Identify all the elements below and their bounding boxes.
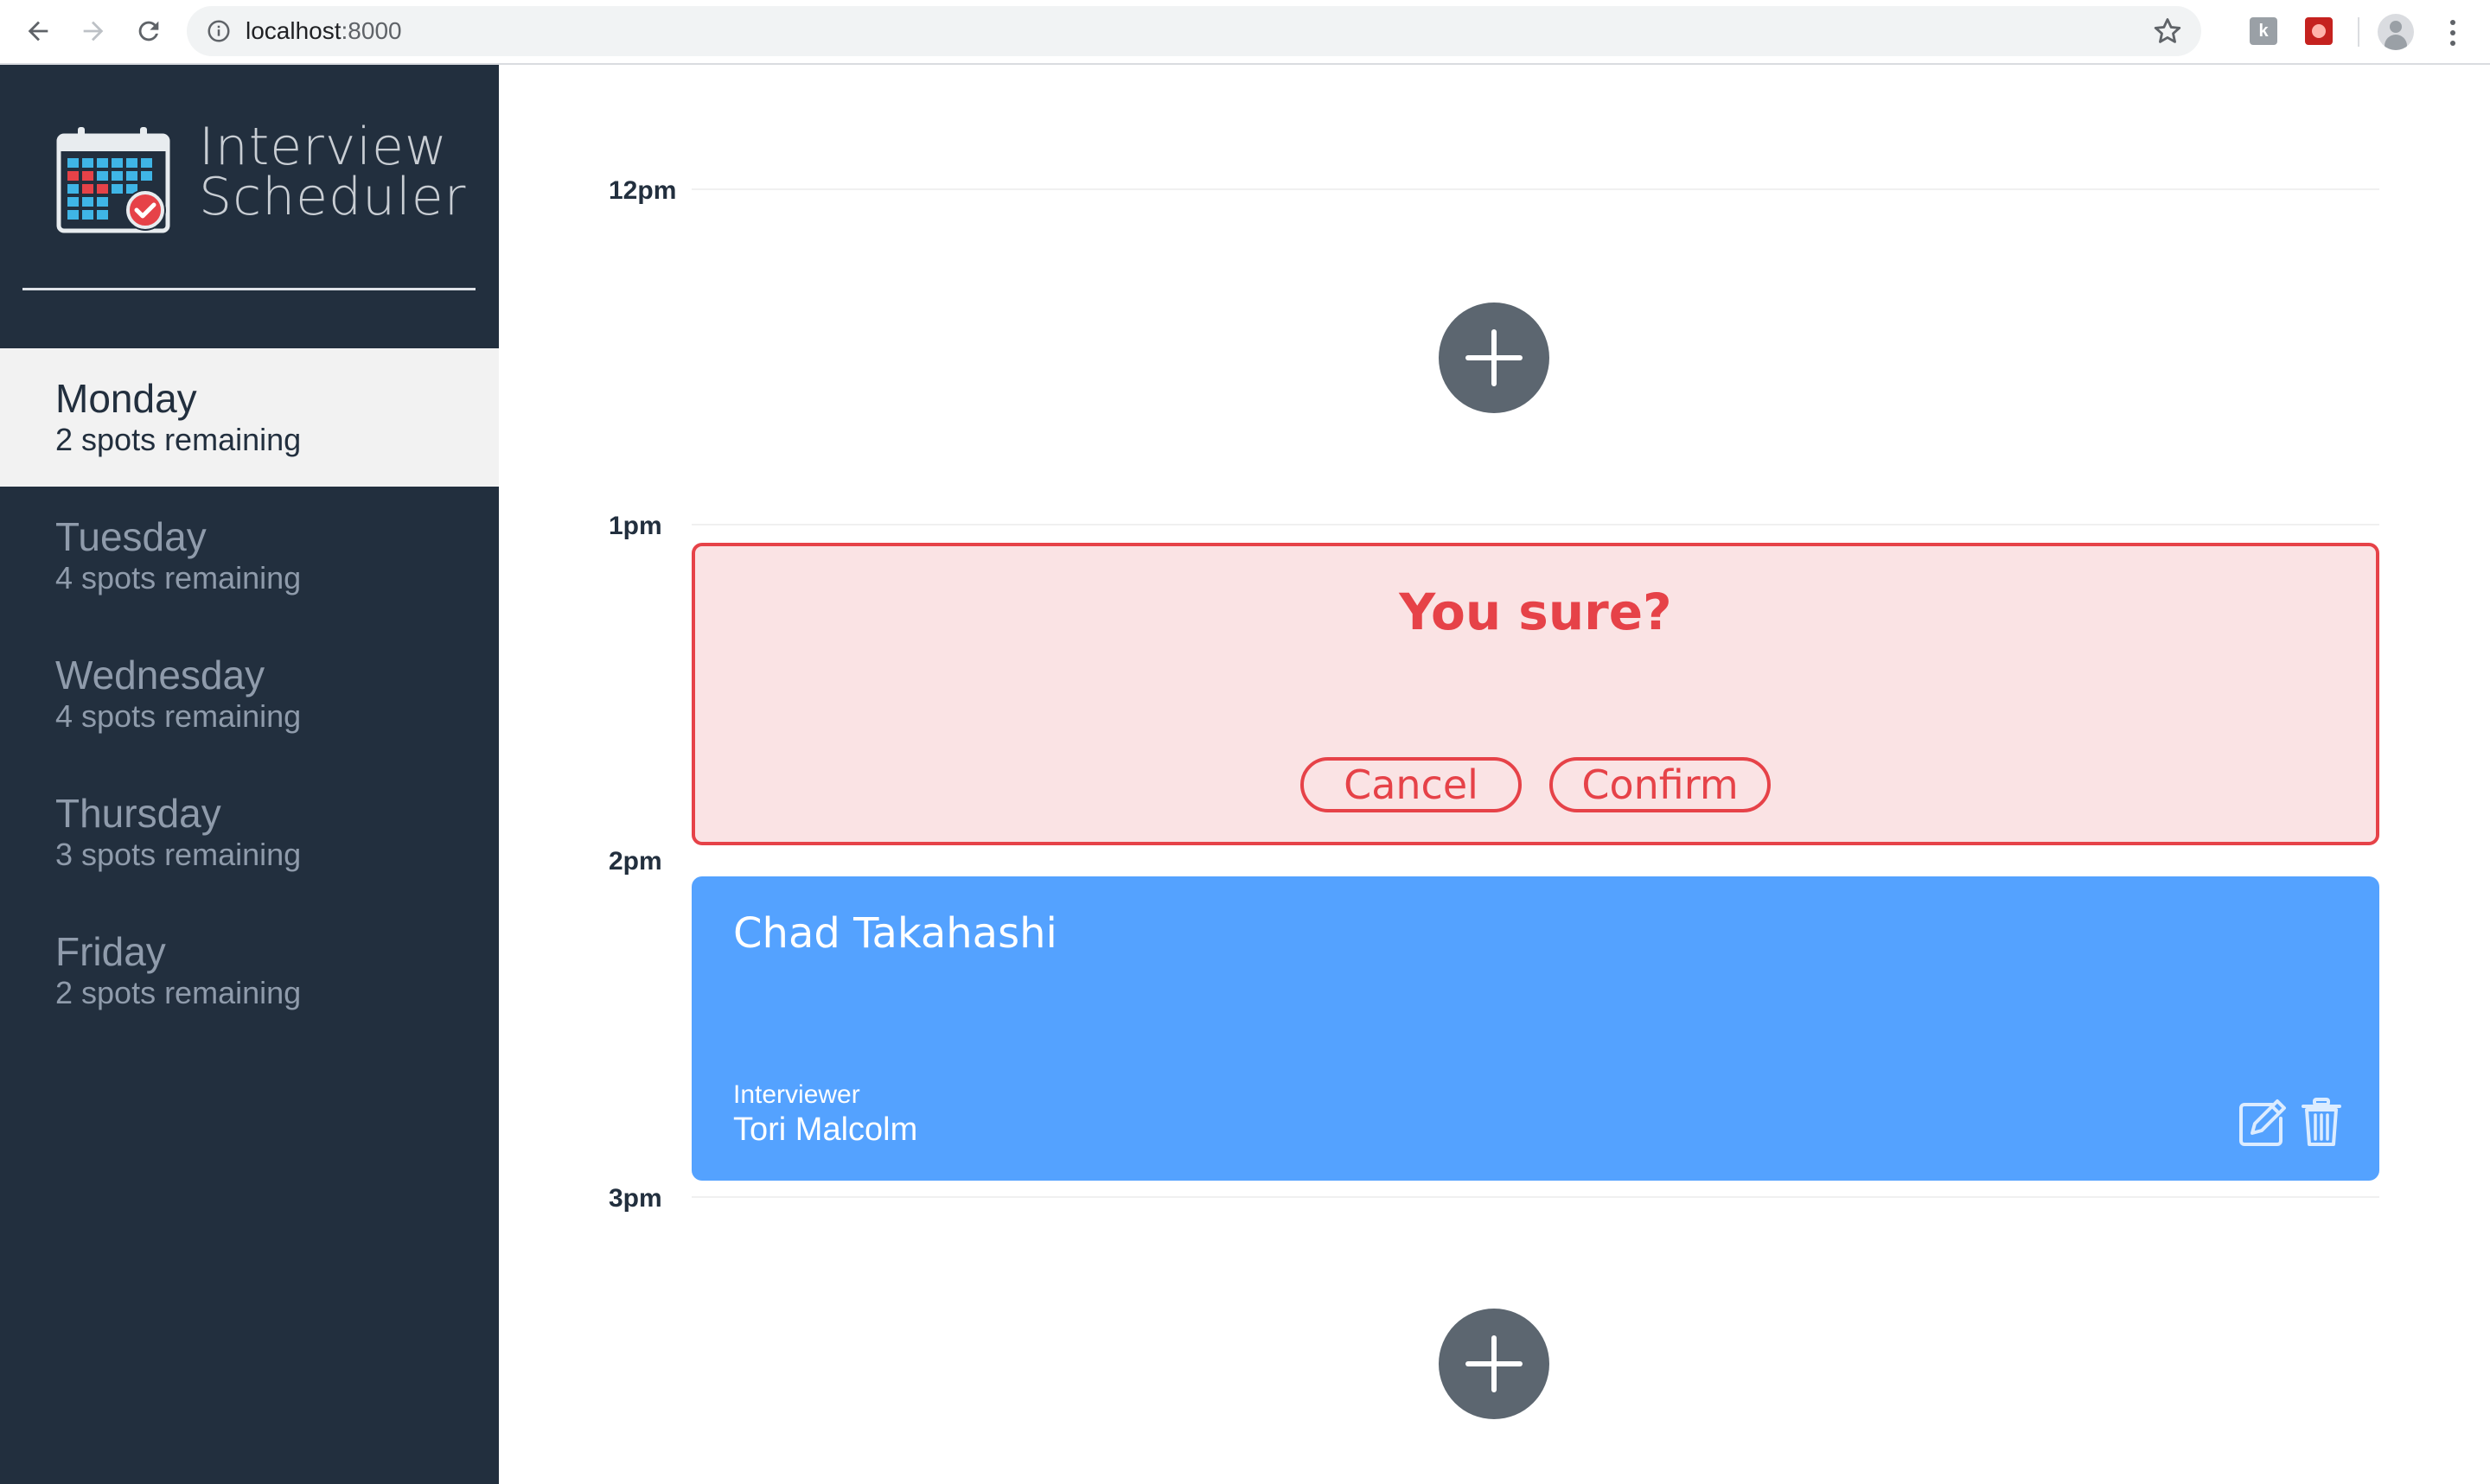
- time-label-12pm: 12pm: [609, 176, 677, 205]
- trash-icon[interactable]: [2302, 1098, 2341, 1148]
- url-text: localhost:8000: [246, 17, 402, 45]
- day-spots: 4 spots remaining: [55, 698, 302, 734]
- confirm-button[interactable]: Confirm: [1549, 757, 1771, 812]
- browser-toolbar: localhost:8000 k: [0, 0, 2490, 65]
- day-item-thursday[interactable]: Thursday 3 spots remaining: [0, 763, 499, 901]
- day-item-friday[interactable]: Friday 2 spots remaining: [0, 901, 499, 1040]
- edit-icon[interactable]: [2238, 1098, 2288, 1148]
- url-host: localhost: [246, 17, 342, 44]
- hour-divider: [692, 524, 2379, 525]
- forward-button[interactable]: [76, 14, 111, 48]
- reload-button[interactable]: [131, 14, 166, 48]
- day-spots: 2 spots remaining: [55, 975, 302, 1010]
- profile-avatar-icon[interactable]: [2378, 14, 2414, 50]
- interviewer-name: Tori Malcolm: [733, 1111, 918, 1148]
- kebab-menu-icon[interactable]: [2440, 16, 2466, 50]
- day-spots: 4 spots remaining: [55, 560, 302, 596]
- app-title-line1: Interview: [199, 117, 448, 177]
- hour-divider: [692, 188, 2379, 190]
- day-spots: 3 spots remaining: [55, 837, 302, 872]
- url-port: :8000: [341, 17, 402, 44]
- student-name: Chad Takahashi: [733, 909, 1057, 958]
- delete-confirmation: You sure? Cancel Confirm: [692, 543, 2379, 845]
- address-bar[interactable]: localhost:8000: [187, 6, 2201, 56]
- day-item-wednesday[interactable]: Wednesday 4 spots remaining: [0, 625, 499, 763]
- toolbar-divider: [2358, 17, 2359, 47]
- confirm-message: You sure?: [1399, 583, 1672, 641]
- back-arrow-icon: [28, 21, 48, 41]
- app-title-line2: Scheduler: [199, 167, 467, 227]
- day-item-monday[interactable]: Monday 2 spots remaining: [0, 348, 499, 487]
- day-name: Thursday: [55, 791, 221, 836]
- info-icon[interactable]: [206, 18, 232, 44]
- time-label-3pm: 3pm: [609, 1184, 662, 1213]
- add-appointment-button[interactable]: [1439, 1309, 1549, 1419]
- cancel-button[interactable]: Cancel: [1300, 757, 1522, 812]
- time-label-2pm: 2pm: [609, 847, 662, 876]
- day-name: Tuesday: [55, 514, 207, 559]
- forward-arrow-icon: [83, 21, 104, 41]
- app-title: Interview Scheduler: [199, 117, 467, 227]
- sidebar-divider: [22, 288, 476, 290]
- day-name: Monday: [55, 376, 197, 421]
- calendar-logo-icon: [56, 127, 170, 233]
- sidebar: Interview Scheduler Monday 2 spots remai…: [0, 65, 499, 1484]
- day-spots: 2 spots remaining: [55, 422, 302, 457]
- back-button[interactable]: [21, 14, 55, 48]
- day-name: Wednesday: [55, 653, 265, 697]
- time-label-1pm: 1pm: [609, 512, 662, 540]
- extension-k-icon[interactable]: k: [2250, 17, 2277, 45]
- appointment-card: Chad Takahashi Interviewer Tori Malcolm: [692, 876, 2379, 1181]
- day-name: Friday: [55, 929, 166, 974]
- day-list: Monday 2 spots remaining Tuesday 4 spots…: [0, 348, 499, 1040]
- extension-red-icon[interactable]: [2305, 17, 2333, 45]
- interviewer-label: Interviewer: [733, 1080, 860, 1109]
- bookmark-star-icon[interactable]: [2151, 15, 2184, 48]
- reload-icon: [138, 21, 159, 41]
- hour-divider: [692, 1196, 2379, 1198]
- add-appointment-button[interactable]: [1439, 303, 1549, 413]
- day-item-tuesday[interactable]: Tuesday 4 spots remaining: [0, 487, 499, 625]
